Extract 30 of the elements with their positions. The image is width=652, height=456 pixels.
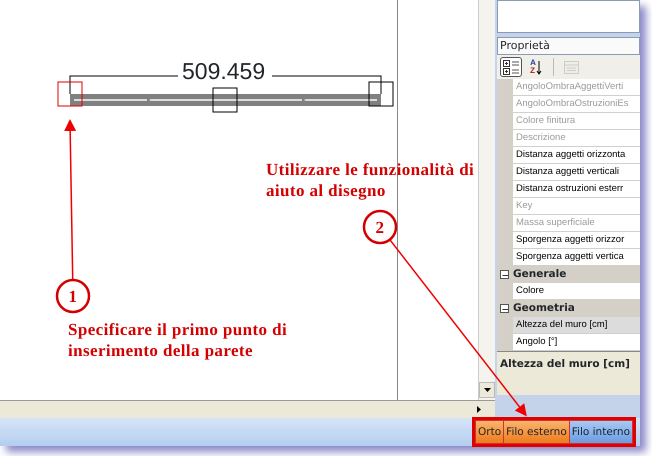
property-name[interactable]: Distanza aggetti orizzonta [513, 147, 640, 164]
property-name[interactable]: Sporgenza aggetti orizzor [513, 232, 640, 249]
step-number: 2 [374, 217, 386, 238]
toggle-button[interactable]: Filo interno [570, 421, 632, 443]
annotation-text: Specificare il primo punto di inserimento della parete [68, 319, 288, 361]
category-label: Generale [513, 266, 566, 282]
grip-marker [212, 88, 238, 112]
property-name[interactable]: Colore [513, 283, 640, 300]
collapse-icon[interactable] [500, 304, 509, 313]
dimension-label: 509.459 [182, 58, 266, 84]
property-name[interactable]: Altezza del muro [cm] [513, 317, 640, 334]
property-name[interactable]: Distanza ostruzioni esterr [513, 181, 640, 198]
toggle-button[interactable]: Filo esterno [504, 421, 569, 443]
step-number: 1 [68, 286, 78, 307]
grip-marker [368, 82, 394, 106]
category-label: Geometria [513, 300, 575, 316]
down-arrow-icon[interactable] [484, 388, 490, 392]
snap-marker [58, 82, 82, 106]
property-name[interactable]: Angolo [°] [513, 334, 640, 351]
right-arrow-icon[interactable] [477, 406, 481, 413]
property-name[interactable]: Sporgenza aggetti vertica [513, 249, 640, 266]
property-description: Altezza del muro [cm] [497, 351, 640, 395]
vertical-scrollbar[interactable] [478, 0, 495, 400]
horizontal-scrollbar[interactable] [0, 400, 495, 418]
categorized-icon[interactable] [500, 57, 522, 77]
collapse-icon[interactable] [500, 270, 509, 279]
annotation-text: Utilizzare le funzionalità di aiuto al disegno [266, 159, 476, 201]
toggle-button[interactable]: Orto [476, 421, 504, 443]
panel-title: Proprietà [497, 37, 640, 55]
property-name[interactable]: Distanza aggetti verticali [513, 164, 640, 181]
